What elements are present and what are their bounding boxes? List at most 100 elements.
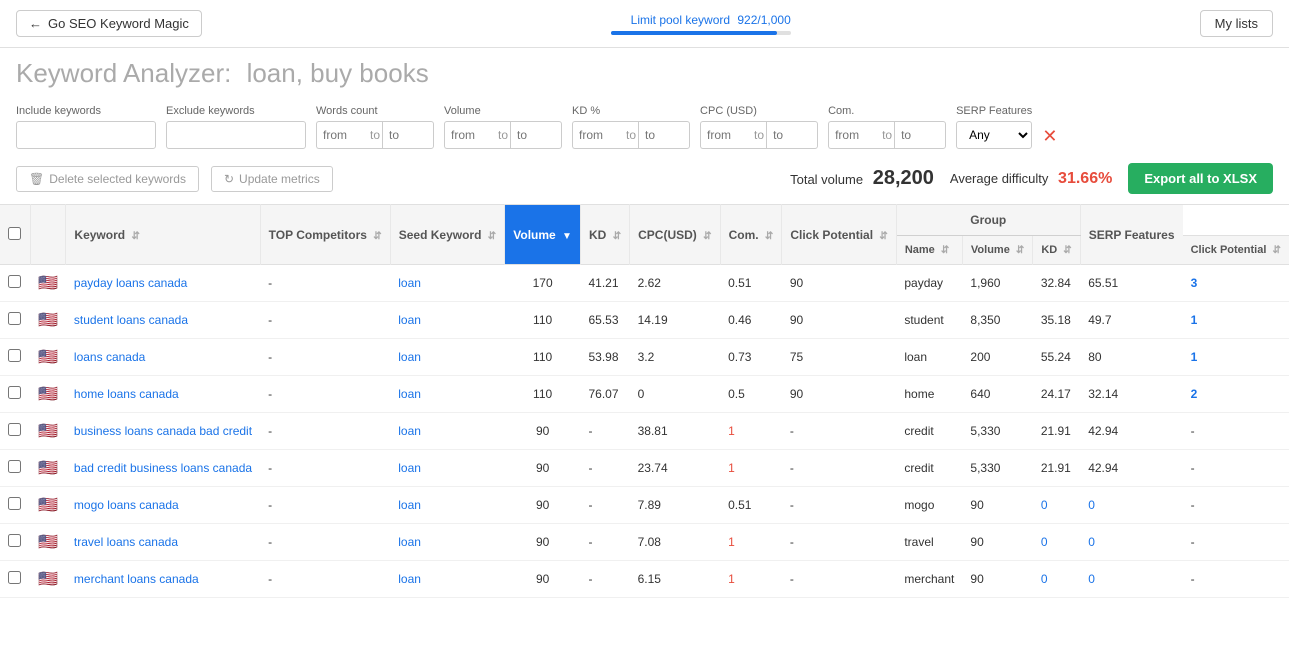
seed-link[interactable]: loan bbox=[398, 424, 421, 438]
group-name-cell: home bbox=[896, 376, 962, 413]
top-competitors-cell: - bbox=[260, 450, 390, 487]
kd-to[interactable] bbox=[638, 121, 690, 149]
include-keywords-input[interactable] bbox=[16, 121, 156, 149]
words-count-to[interactable] bbox=[382, 121, 434, 149]
top-competitors-th[interactable]: TOP Competitors ⇵ bbox=[260, 205, 390, 265]
keyword-link[interactable]: mogo loans canada bbox=[74, 498, 179, 512]
row-checkbox[interactable] bbox=[8, 571, 21, 584]
row-checkbox-cell[interactable] bbox=[0, 339, 30, 376]
keyword-link[interactable]: travel loans canada bbox=[74, 535, 178, 549]
cpc-th[interactable]: CPC(USD) ⇵ bbox=[630, 205, 720, 265]
row-checkbox[interactable] bbox=[8, 423, 21, 436]
group-kd-cell: 21.91 bbox=[1033, 413, 1080, 450]
words-count-group: Words count to bbox=[316, 105, 434, 149]
group-click-potential-cell: 65.51 bbox=[1080, 265, 1182, 302]
row-checkbox[interactable] bbox=[8, 460, 21, 473]
export-button[interactable]: Export all to XLSX bbox=[1128, 163, 1273, 194]
kd-sort-icon: ⇵ bbox=[613, 231, 621, 242]
kd-from[interactable] bbox=[572, 121, 624, 149]
seed-keyword-cell: loan bbox=[390, 376, 505, 413]
row-checkbox[interactable] bbox=[8, 275, 21, 288]
keyword-link[interactable]: merchant loans canada bbox=[74, 572, 199, 586]
cpc-cell: 0 bbox=[630, 376, 720, 413]
delete-selected-button[interactable]: 🗑 Delete selected keywords bbox=[16, 166, 199, 192]
exclude-keywords-input[interactable] bbox=[166, 121, 306, 149]
seed-link[interactable]: loan bbox=[398, 276, 421, 290]
exclude-keywords-group: Exclude keywords bbox=[166, 105, 306, 149]
group-volume-cell: 640 bbox=[962, 376, 1032, 413]
row-checkbox-cell[interactable] bbox=[0, 524, 30, 561]
group-kd-th[interactable]: KD ⇵ bbox=[1033, 236, 1080, 265]
serp-label: SERP Features bbox=[956, 105, 1032, 117]
row-checkbox[interactable] bbox=[8, 312, 21, 325]
cpc-to[interactable] bbox=[766, 121, 818, 149]
total-volume-text: Total volume 28,200 bbox=[790, 167, 934, 190]
keyword-th[interactable]: Keyword ⇵ bbox=[66, 205, 260, 265]
top-competitors-cell: - bbox=[260, 339, 390, 376]
flag-cell: 🇺🇸 bbox=[30, 413, 66, 450]
seed-keyword-th[interactable]: Seed Keyword ⇵ bbox=[390, 205, 505, 265]
keyword-link[interactable]: business loans canada bad credit bbox=[74, 424, 252, 438]
range-separator-4: to bbox=[752, 121, 766, 149]
serp-features-cell: - bbox=[1183, 450, 1289, 487]
keyword-link[interactable]: home loans canada bbox=[74, 387, 179, 401]
keyword-link[interactable]: student loans canada bbox=[74, 313, 188, 327]
row-checkbox[interactable] bbox=[8, 386, 21, 399]
top-competitors-cell: - bbox=[260, 413, 390, 450]
select-all-th[interactable] bbox=[0, 205, 30, 265]
keyword-link[interactable]: bad credit business loans canada bbox=[74, 461, 252, 475]
com-from[interactable] bbox=[828, 121, 880, 149]
words-count-from[interactable] bbox=[316, 121, 368, 149]
update-metrics-button[interactable]: ↻ Update metrics bbox=[211, 166, 333, 192]
row-checkbox-cell[interactable] bbox=[0, 561, 30, 598]
row-checkbox[interactable] bbox=[8, 349, 21, 362]
group-volume-th[interactable]: Volume ⇵ bbox=[962, 236, 1032, 265]
back-button[interactable]: ← Go SEO Keyword Magic bbox=[16, 10, 202, 37]
flag-cell: 🇺🇸 bbox=[30, 265, 66, 302]
kd-th[interactable]: KD ⇵ bbox=[581, 205, 630, 265]
group-click-potential-th[interactable]: Click Potential ⇵ bbox=[1183, 236, 1289, 265]
cpc-from[interactable] bbox=[700, 121, 752, 149]
seed-link[interactable]: loan bbox=[398, 461, 421, 475]
clear-filters-button[interactable]: ✕ bbox=[1042, 126, 1057, 147]
row-checkbox-cell[interactable] bbox=[0, 413, 30, 450]
seed-link[interactable]: loan bbox=[398, 350, 421, 364]
row-checkbox-cell[interactable] bbox=[0, 450, 30, 487]
seed-link[interactable]: loan bbox=[398, 387, 421, 401]
keyword-link[interactable]: loans canada bbox=[74, 350, 145, 364]
seed-link[interactable]: loan bbox=[398, 313, 421, 327]
seed-link[interactable]: loan bbox=[398, 498, 421, 512]
volume-from[interactable] bbox=[444, 121, 496, 149]
serp-select[interactable]: Any bbox=[956, 121, 1032, 149]
row-checkbox-cell[interactable] bbox=[0, 302, 30, 339]
com-th[interactable]: Com. ⇵ bbox=[720, 205, 782, 265]
my-lists-button[interactable]: My lists bbox=[1200, 10, 1273, 37]
select-all-checkbox[interactable] bbox=[8, 227, 21, 240]
keyword-link[interactable]: payday loans canada bbox=[74, 276, 187, 290]
group-click-potential-sort-icon: ⇵ bbox=[1272, 245, 1280, 256]
group-volume-cell: 90 bbox=[962, 524, 1032, 561]
group-volume-cell: 8,350 bbox=[962, 302, 1032, 339]
group-kd-cell: 0 bbox=[1033, 561, 1080, 598]
seed-link[interactable]: loan bbox=[398, 572, 421, 586]
seed-link[interactable]: loan bbox=[398, 535, 421, 549]
table-row: 🇺🇸 student loans canada - loan 110 65.53… bbox=[0, 302, 1289, 339]
volume-th[interactable]: Volume ▼ bbox=[505, 205, 581, 265]
serp-features-cell: - bbox=[1183, 524, 1289, 561]
click-potential-th[interactable]: Click Potential ⇵ bbox=[782, 205, 897, 265]
serp-features-th[interactable]: SERP Features bbox=[1080, 205, 1182, 265]
row-checkbox-cell[interactable] bbox=[0, 376, 30, 413]
flag-cell: 🇺🇸 bbox=[30, 487, 66, 524]
page-title-prefix: Keyword Analyzer: bbox=[16, 58, 231, 88]
cpc-cell: 6.15 bbox=[630, 561, 720, 598]
row-checkbox-cell[interactable] bbox=[0, 265, 30, 302]
cpc-group: CPC (USD) to bbox=[700, 105, 818, 149]
group-name-th[interactable]: Name ⇵ bbox=[896, 236, 962, 265]
row-checkbox[interactable] bbox=[8, 497, 21, 510]
kd-cell: - bbox=[581, 413, 630, 450]
row-checkbox-cell[interactable] bbox=[0, 487, 30, 524]
com-to[interactable] bbox=[894, 121, 946, 149]
row-checkbox[interactable] bbox=[8, 534, 21, 547]
volume-to[interactable] bbox=[510, 121, 562, 149]
com-cell: 1 bbox=[720, 413, 782, 450]
